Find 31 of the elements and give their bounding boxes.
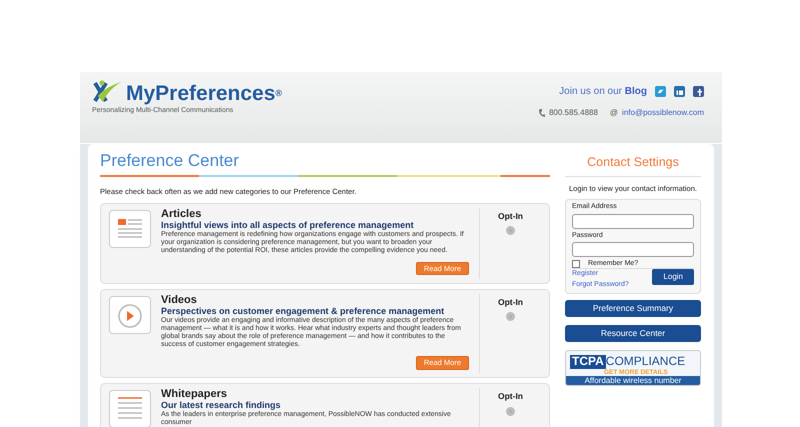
opt-in-radio[interactable]: [506, 312, 515, 322]
blog-invitation: Join us on our Blog: [559, 85, 647, 99]
email-field[interactable]: [572, 214, 694, 229]
email-link[interactable]: info@possiblenow.com: [622, 107, 704, 119]
opt-in-radio[interactable]: [506, 406, 515, 416]
phone-icon: [538, 109, 545, 117]
category-subtitle: Perspectives on customer engagement & preference management: [161, 306, 446, 316]
password-field[interactable]: [572, 242, 694, 258]
opt-in-label: Opt-In: [496, 390, 524, 402]
page-title: Preference Center: [100, 151, 240, 172]
login-button[interactable]: Login: [652, 269, 694, 286]
logo-text: MyPreferences$^{®}$: [126, 83, 282, 104]
logo-icon: [92, 80, 122, 104]
category-subtitle: Insightful views into all aspects of preference management: [161, 220, 415, 230]
banner-heading: COMPLIANCE: [606, 355, 686, 369]
sidebar-button[interactable]: Preference Summary: [565, 300, 701, 318]
category-subtitle: Our latest research findings: [161, 400, 282, 410]
sidebar-button[interactable]: Resource Center: [565, 325, 701, 342]
banner-heading: TCPA: [570, 355, 606, 369]
category-title: Whitepapers: [161, 388, 228, 400]
at-sign: @: [610, 107, 618, 119]
sidebar-title: Contact Settings: [565, 155, 701, 177]
banner-tagline: Affordable wireless number: [566, 376, 700, 386]
opt-in-label: Opt-In: [496, 210, 524, 222]
category-title: Videos: [161, 294, 198, 306]
category-title: Articles: [161, 208, 202, 220]
opt-in-radio[interactable]: [506, 226, 515, 236]
remember-checkbox[interactable]: [572, 260, 580, 268]
phone-number: 800.585.4888: [548, 107, 598, 119]
opt-in-label: Opt-In: [496, 296, 524, 308]
blog-link[interactable]: Blog: [624, 86, 647, 97]
